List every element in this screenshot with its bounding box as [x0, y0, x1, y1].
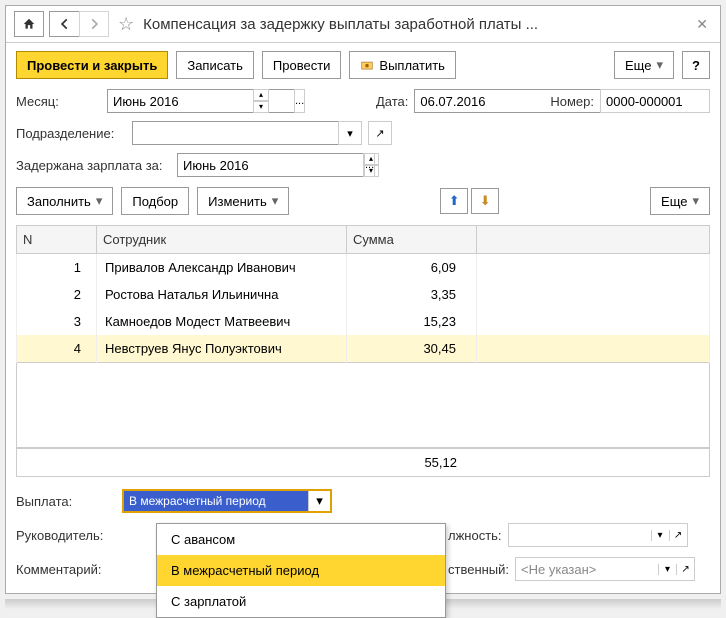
- payment-menu: С авансом В межрасчетный период С зарпла…: [156, 523, 446, 618]
- col-n[interactable]: N: [17, 226, 97, 254]
- month-label: Месяц:: [16, 94, 101, 109]
- pay-button[interactable]: Выплатить: [349, 51, 456, 79]
- move-up-button[interactable]: ⬆: [440, 188, 468, 214]
- home-button[interactable]: [14, 11, 44, 37]
- fill-button[interactable]: Заполнить: [16, 187, 113, 215]
- delayed-down[interactable]: ▾: [363, 165, 379, 177]
- table-row[interactable]: 1 Привалов Александр Иванович 6,09: [17, 254, 710, 282]
- delayed-up[interactable]: ▴: [363, 153, 379, 165]
- division-open[interactable]: ↗: [368, 121, 392, 145]
- chevron-down-icon[interactable]: ▾: [658, 564, 676, 575]
- month-picker-button[interactable]: ...: [294, 89, 305, 113]
- month-down[interactable]: ▾: [253, 101, 269, 113]
- open-icon[interactable]: ↗: [669, 530, 687, 541]
- money-icon: [360, 58, 374, 72]
- responsible-label: ственный:: [448, 562, 509, 577]
- division-input[interactable]: [132, 121, 338, 145]
- home-icon: [22, 17, 36, 31]
- table-empty-area[interactable]: [16, 363, 710, 448]
- favorite-icon[interactable]: ☆: [114, 14, 138, 35]
- post-and-close-button[interactable]: Провести и закрыть: [16, 51, 168, 79]
- forward-button: [79, 11, 109, 37]
- post-button[interactable]: Провести: [262, 51, 342, 79]
- close-icon[interactable]: ✕: [692, 16, 712, 33]
- division-label: Подразделение:: [16, 126, 126, 141]
- back-button[interactable]: [49, 11, 79, 37]
- arrow-right-icon: [87, 17, 101, 31]
- chevron-down-icon[interactable]: ▾: [651, 530, 669, 541]
- employees-table: N Сотрудник Сумма 1 Привалов Александр И…: [16, 225, 710, 363]
- position-input[interactable]: ▾ ↗: [508, 523, 688, 547]
- save-button[interactable]: Записать: [176, 51, 254, 79]
- payment-option-salary[interactable]: С зарплатой: [157, 586, 445, 617]
- more-button[interactable]: Еще: [614, 51, 674, 79]
- col-employee[interactable]: Сотрудник: [97, 226, 347, 254]
- division-dropdown[interactable]: ▾: [338, 121, 362, 145]
- month-up[interactable]: ▴: [253, 89, 269, 101]
- payment-label: Выплата:: [16, 494, 116, 509]
- table-row[interactable]: 2 Ростова Наталья Ильинична 3,35: [17, 281, 710, 308]
- edit-button[interactable]: Изменить: [197, 187, 289, 215]
- page-title: Компенсация за задержку выплаты заработн…: [143, 16, 687, 33]
- col-sum[interactable]: Сумма: [347, 226, 477, 254]
- select-button[interactable]: Подбор: [121, 187, 189, 215]
- comment-label: Комментарий:: [16, 562, 116, 577]
- table-row[interactable]: 4 Невструев Янус Полуэктович 30,45: [17, 335, 710, 363]
- arrow-left-icon: [58, 17, 72, 31]
- date-label: Дата:: [376, 94, 408, 109]
- move-down-button[interactable]: ⬇: [471, 188, 499, 214]
- head-label: Руководитель:: [16, 528, 116, 543]
- total-value: 55,12: [347, 455, 477, 470]
- payment-option-interim[interactable]: В межрасчетный период: [157, 555, 445, 586]
- table-row[interactable]: 3 Камноедов Модест Матвеевич 15,23: [17, 308, 710, 335]
- payment-dropdown[interactable]: ▾: [122, 489, 332, 513]
- position-label: лжность:: [448, 528, 502, 543]
- delayed-label: Задержана зарплата за:: [16, 158, 171, 173]
- open-icon[interactable]: ↗: [676, 564, 694, 575]
- chevron-down-icon[interactable]: ▾: [308, 491, 330, 511]
- responsible-input[interactable]: <Не указан> ▾ ↗: [515, 557, 695, 581]
- total-row: 55,12: [16, 448, 710, 477]
- number-input[interactable]: [600, 89, 710, 113]
- table-more-button[interactable]: Еще: [650, 187, 710, 215]
- number-label: Номер:: [550, 94, 594, 109]
- payment-option-advance[interactable]: С авансом: [157, 524, 445, 555]
- delayed-input[interactable]: [177, 153, 364, 177]
- help-button[interactable]: ?: [682, 51, 710, 79]
